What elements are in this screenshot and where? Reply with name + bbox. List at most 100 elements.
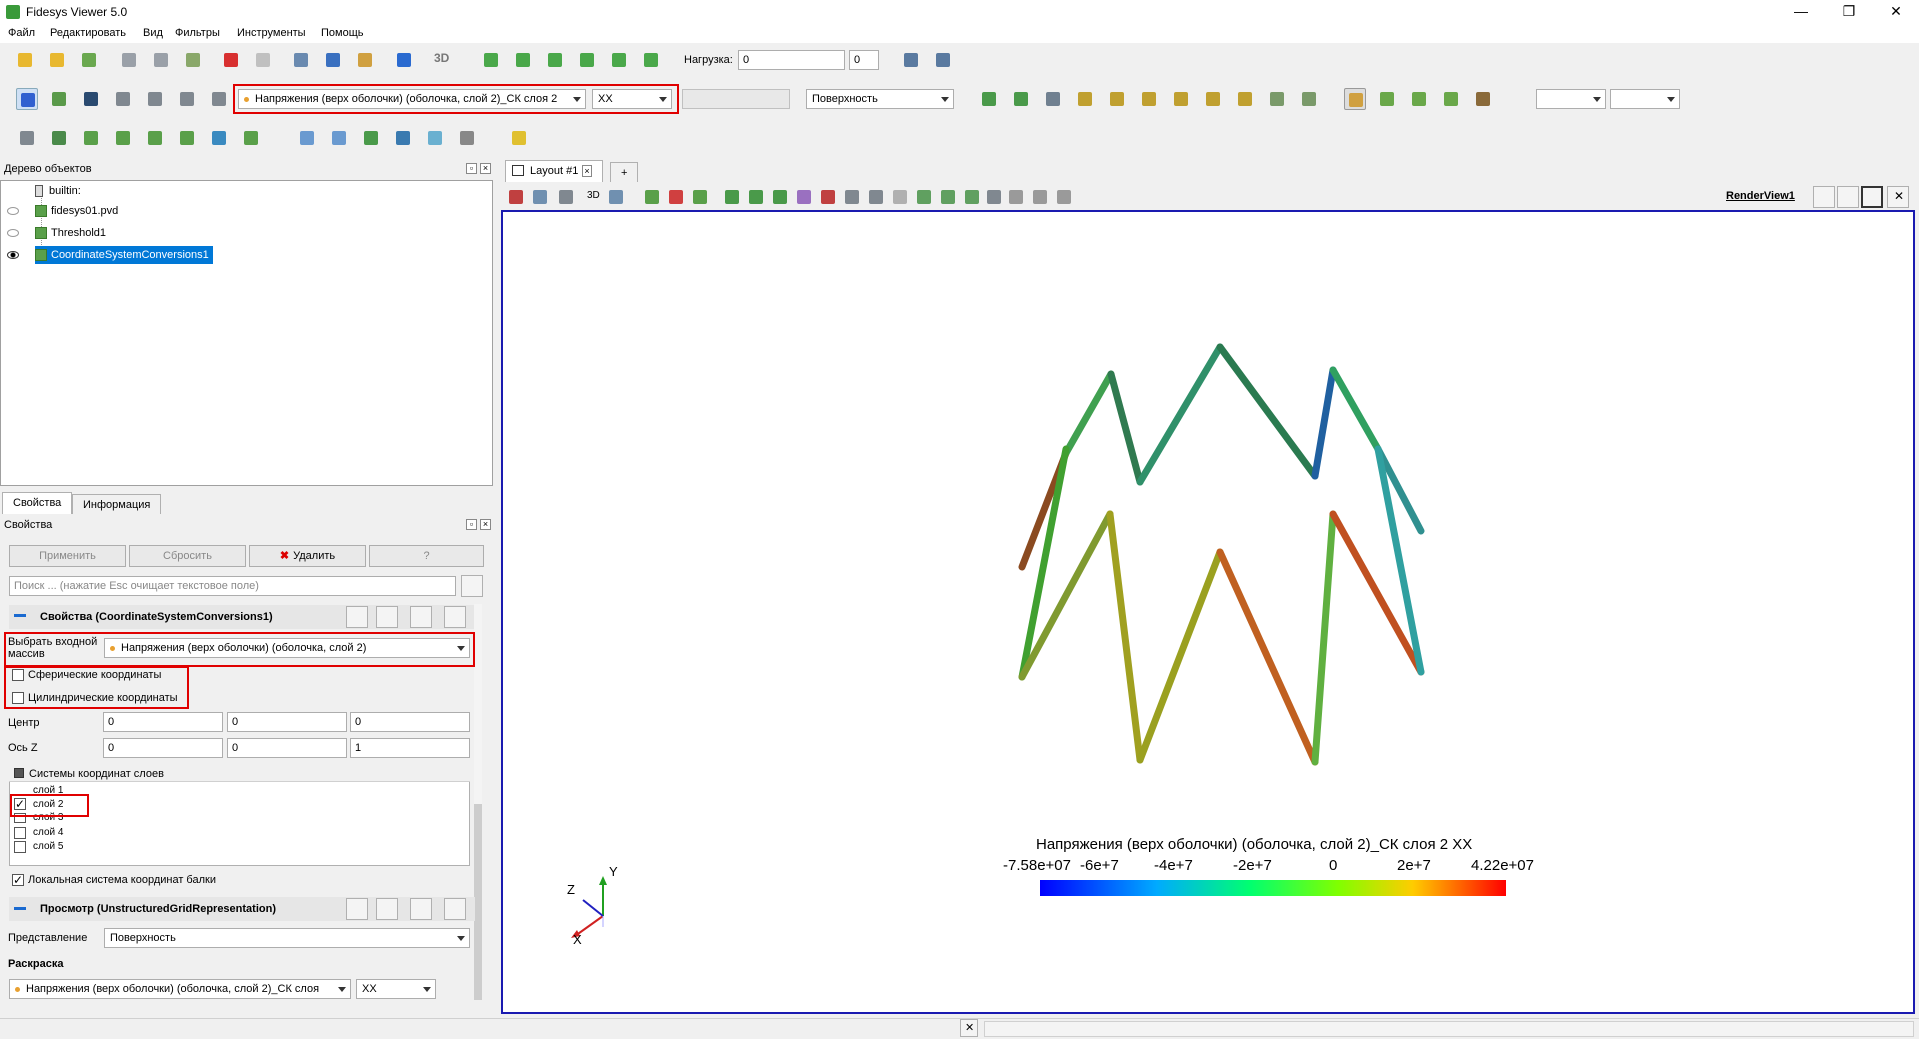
- rescale-range-icon[interactable]: [112, 88, 134, 110]
- local-beam-checkbox[interactable]: ✓: [12, 874, 24, 886]
- load-input[interactable]: 0: [738, 50, 845, 70]
- layer-5-checkbox[interactable]: [14, 841, 26, 853]
- select-block-icon[interactable]: [721, 186, 743, 208]
- select-frustum-icon[interactable]: [689, 186, 711, 208]
- camera-reset-icon[interactable]: [290, 49, 312, 71]
- rotate-ccw-icon[interactable]: [1298, 88, 1320, 110]
- glyph-icon[interactable]: [208, 127, 230, 149]
- empty-combo-1[interactable]: [1536, 89, 1606, 109]
- refresh-icon[interactable]: [410, 898, 432, 920]
- layer-4-checkbox[interactable]: [14, 827, 26, 839]
- slice-icon[interactable]: [112, 127, 134, 149]
- search-input[interactable]: Поиск ... (нажатие Esc очищает текстовое…: [9, 576, 456, 596]
- tree-item-threshold[interactable]: Threshold1: [35, 224, 106, 242]
- view-minus-z-icon[interactable]: [1234, 88, 1256, 110]
- maximize-button[interactable]: ❐: [1826, 0, 1872, 24]
- reset-view-icon[interactable]: [505, 186, 527, 208]
- remove-icon[interactable]: [1029, 186, 1051, 208]
- play-icon[interactable]: [544, 49, 566, 71]
- delete-button[interactable]: ✖ Удалить: [249, 545, 366, 567]
- mode-3d-icon[interactable]: 3D: [434, 51, 449, 65]
- rescale-custom-icon[interactable]: [144, 88, 166, 110]
- axis-x-input[interactable]: 0: [103, 738, 223, 758]
- query-icon[interactable]: [983, 186, 1005, 208]
- rescale-time-icon[interactable]: [176, 88, 198, 110]
- rescale-visible-icon[interactable]: [208, 88, 230, 110]
- edit-icon[interactable]: [360, 127, 382, 149]
- apply-button[interactable]: Применить: [9, 545, 126, 567]
- close-icon[interactable]: ×: [480, 163, 491, 174]
- stream-icon[interactable]: [392, 127, 414, 149]
- contour-icon[interactable]: [48, 127, 70, 149]
- probe-icon[interactable]: [296, 127, 318, 149]
- coloring-component-combo[interactable]: XX: [356, 979, 436, 999]
- empty-combo-2[interactable]: [1610, 89, 1680, 109]
- next-frame-icon[interactable]: [576, 49, 598, 71]
- tree-item-builtin[interactable]: builtin:: [35, 182, 81, 200]
- zoom-box-icon[interactable]: [1042, 88, 1064, 110]
- link-icon[interactable]: [889, 186, 911, 208]
- interactive-select-icon[interactable]: [769, 186, 791, 208]
- threshold-icon[interactable]: [144, 127, 166, 149]
- undock-icon[interactable]: ▫: [466, 519, 477, 530]
- select-cells-icon[interactable]: [641, 186, 663, 208]
- center-x-input[interactable]: 0: [103, 712, 223, 732]
- close-icon[interactable]: ×: [582, 165, 592, 177]
- refresh-icon[interactable]: [410, 606, 432, 628]
- zoom-icon[interactable]: [900, 49, 922, 71]
- hover-cells-icon[interactable]: [817, 186, 839, 208]
- palette-icon[interactable]: [354, 49, 376, 71]
- representation-combo[interactable]: Поверхность: [806, 89, 954, 109]
- extract-icon[interactable]: [176, 127, 198, 149]
- zoom-data-icon[interactable]: [1010, 88, 1032, 110]
- zoom-add-icon[interactable]: [932, 49, 954, 71]
- axis-y-input[interactable]: 0: [227, 738, 347, 758]
- maximize-view-icon[interactable]: [1861, 186, 1883, 208]
- minimize-button[interactable]: —: [1778, 0, 1824, 24]
- camera-undo-icon[interactable]: [605, 186, 627, 208]
- view-3d-toggle[interactable]: 3D: [587, 190, 600, 201]
- shrink-selection-icon[interactable]: [865, 186, 887, 208]
- pick-center-icon[interactable]: [1344, 88, 1366, 110]
- undo-icon[interactable]: [220, 49, 242, 71]
- connect-icon[interactable]: [118, 49, 140, 71]
- eye-visible-icon[interactable]: [7, 251, 19, 259]
- scrollbar-thumb[interactable]: [474, 804, 482, 1000]
- plot-line-icon[interactable]: [328, 127, 350, 149]
- copy-icon[interactable]: [346, 898, 368, 920]
- triangle-icon[interactable]: [937, 186, 959, 208]
- paste-icon[interactable]: [376, 898, 398, 920]
- braces-icon[interactable]: [456, 127, 478, 149]
- warp-icon[interactable]: [240, 127, 262, 149]
- view-minus-x-icon[interactable]: [1106, 88, 1128, 110]
- center-y-input[interactable]: 0: [227, 712, 347, 732]
- rotation-center-icon[interactable]: [1440, 88, 1462, 110]
- split-icon[interactable]: [529, 186, 551, 208]
- rotate-cw-icon[interactable]: [1266, 88, 1288, 110]
- hover-points-icon[interactable]: [793, 186, 815, 208]
- menu-edit[interactable]: Редактировать: [50, 27, 126, 39]
- center-z-input[interactable]: 0: [350, 712, 470, 732]
- calculator-icon[interactable]: [16, 127, 38, 149]
- redo-icon[interactable]: [252, 49, 274, 71]
- collapse-icon[interactable]: [14, 907, 26, 910]
- axis-z-input[interactable]: 1: [350, 738, 470, 758]
- collapse-icon[interactable]: [14, 614, 26, 617]
- screenshot-icon[interactable]: [322, 49, 344, 71]
- render-view[interactable]: Y X Z Напряжения (верх оболочки) (оболоч…: [501, 210, 1915, 1014]
- snowflake-icon[interactable]: [424, 127, 446, 149]
- timer-icon[interactable]: [182, 49, 204, 71]
- previous-frame-icon[interactable]: [512, 49, 534, 71]
- coloring-combo[interactable]: Напряжения (верх оболочки) (оболочка, сл…: [9, 979, 351, 999]
- open-recent-icon[interactable]: [46, 49, 68, 71]
- angle-icon[interactable]: [961, 186, 983, 208]
- show-center-icon[interactable]: [1376, 88, 1398, 110]
- reset-button[interactable]: Сбросить: [129, 545, 246, 567]
- tab-layout-1[interactable]: Layout #1 ×: [505, 160, 603, 182]
- copy-icon[interactable]: [346, 606, 368, 628]
- trash-icon[interactable]: [1053, 186, 1075, 208]
- color-legend-icon[interactable]: [16, 88, 38, 110]
- menu-filters[interactable]: Фильтры: [175, 27, 220, 39]
- menu-file[interactable]: Файл: [8, 27, 35, 39]
- help-button[interactable]: ?: [369, 545, 484, 567]
